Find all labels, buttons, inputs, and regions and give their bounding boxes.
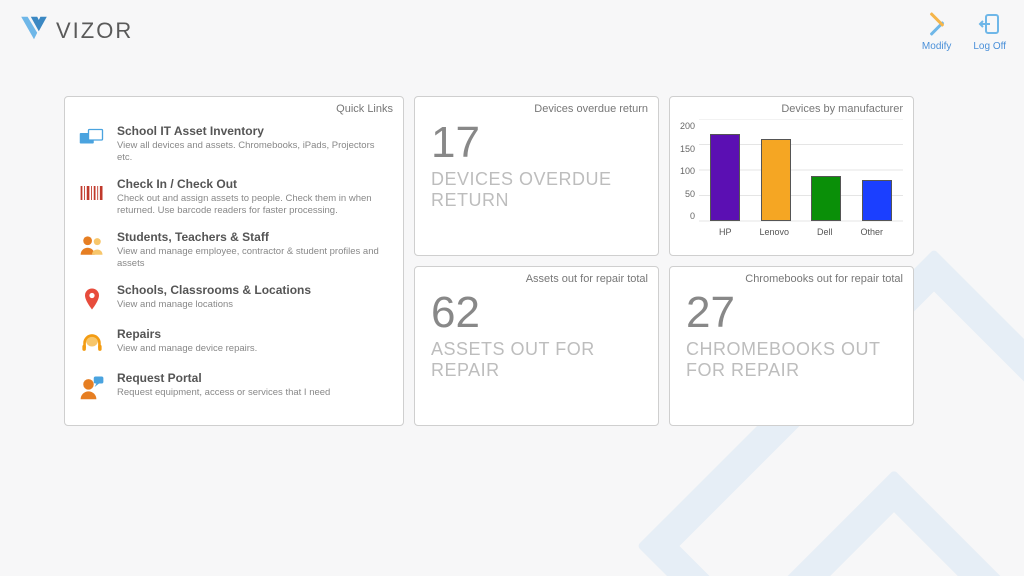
quick-link-desc: View all devices and assets. Chromebooks… — [117, 140, 387, 164]
devices-by-manufacturer-card[interactable]: Devices by manufacturer 200 150 100 50 0 HP L… — [669, 96, 914, 256]
quick-link-title: Schools, Classrooms & Locations — [117, 284, 311, 297]
card-title: Devices by manufacturer — [680, 103, 903, 115]
topbar-actions: Modify Log Off — [922, 12, 1006, 52]
quick-link-title: Students, Teachers & Staff — [117, 231, 387, 244]
card-title: Chromebooks out for repair total — [680, 273, 903, 285]
quick-link-title: School IT Asset Inventory — [117, 125, 387, 138]
devices-overdue-card[interactable]: Devices overdue return 17 DEVICES OVERDU… — [414, 96, 659, 256]
dashboard-grid: Quick Links School IT Asset Inventory Vi… — [0, 96, 1024, 426]
chart-y-axis: 200 150 100 50 0 — [680, 119, 699, 237]
y-tick: 150 — [680, 144, 695, 154]
card-title: Devices overdue return — [425, 103, 648, 115]
quick-link-title: Repairs — [117, 328, 257, 341]
quick-link-title: Request Portal — [117, 372, 330, 385]
y-tick: 50 — [685, 189, 695, 199]
quick-links-card: Quick Links School IT Asset Inventory Vi… — [64, 96, 404, 426]
quick-link-item[interactable]: Students, Teachers & Staff View and mana… — [75, 225, 389, 278]
person-speech-icon — [77, 372, 107, 402]
two-people-icon — [77, 231, 107, 261]
dollar-refresh-icon: $ — [77, 416, 107, 417]
quick-link-desc: View and manage employee, contractor & s… — [117, 246, 387, 270]
chart-bar — [811, 176, 841, 221]
y-tick: 0 — [690, 211, 695, 221]
quick-link-item[interactable]: $ Charges & Fees Fines and charges made … — [75, 410, 389, 417]
chart-bar — [710, 134, 740, 221]
x-tick: Other — [860, 227, 883, 237]
stat-label: CHROMEBOOKS OUT FOR REPAIR — [686, 339, 903, 380]
chromebooks-out-card[interactable]: Chromebooks out for repair total 27 CHRO… — [669, 266, 914, 426]
pin-icon — [77, 284, 107, 314]
card-title: Assets out for repair total — [425, 273, 648, 285]
chart-bars — [699, 119, 903, 237]
quick-link-item[interactable]: Repairs View and manage device repairs. — [75, 322, 389, 366]
stat-value: 62 — [431, 291, 648, 335]
x-tick: Dell — [817, 227, 833, 237]
y-tick: 200 — [680, 121, 695, 131]
topbar: VIZOR Modify Log Off — [0, 0, 1024, 60]
stat-label: DEVICES OVERDUE RETURN — [431, 169, 648, 210]
barcode-icon — [77, 178, 107, 208]
quick-links-title: Quick Links — [75, 103, 393, 115]
headset-icon — [77, 328, 107, 358]
quick-link-item[interactable]: Check In / Check Out Check out and assig… — [75, 172, 389, 225]
brand-logo: VIZOR — [18, 12, 133, 49]
quick-link-text: Repairs View and manage device repairs. — [117, 328, 257, 358]
assets-out-card[interactable]: Assets out for repair total 62 ASSETS OU… — [414, 266, 659, 426]
quick-link-text: Charges & Fees Fines and charges made to… — [117, 416, 344, 417]
quick-link-title: Charges & Fees — [117, 416, 344, 417]
quick-link-text: Schools, Classrooms & Locations View and… — [117, 284, 311, 314]
chart-plot: HP Lenovo Dell Other — [699, 119, 903, 237]
logoff-label: Log Off — [973, 41, 1006, 52]
stat-value: 27 — [686, 291, 903, 335]
quick-link-title: Check In / Check Out — [117, 178, 387, 191]
quick-link-text: Check In / Check Out Check out and assig… — [117, 178, 387, 217]
quick-link-text: Students, Teachers & Staff View and mana… — [117, 231, 387, 270]
modify-button[interactable]: Modify — [922, 12, 951, 52]
quick-link-item[interactable]: Request Portal Request equipment, access… — [75, 366, 389, 410]
quick-link-desc: View and manage device repairs. — [117, 343, 257, 355]
pencil-ruler-icon — [925, 12, 949, 41]
logoff-icon — [978, 12, 1002, 41]
quick-link-desc: View and manage locations — [117, 299, 311, 311]
quick-link-item[interactable]: School IT Asset Inventory View all devic… — [75, 119, 389, 172]
monitors-icon — [77, 125, 107, 155]
chart-x-labels: HP Lenovo Dell Other — [699, 227, 903, 237]
quick-link-desc: Request equipment, access or services th… — [117, 387, 330, 399]
stat-label: ASSETS OUT FOR REPAIR — [431, 339, 648, 380]
x-tick: HP — [719, 227, 732, 237]
chart-bar — [761, 139, 791, 221]
modify-label: Modify — [922, 41, 951, 52]
stat-value: 17 — [431, 121, 648, 165]
logoff-button[interactable]: Log Off — [973, 12, 1006, 52]
chart-bar — [862, 180, 892, 221]
x-tick: Lenovo — [760, 227, 790, 237]
quick-link-text: Request Portal Request equipment, access… — [117, 372, 330, 402]
vizor-logo-icon — [18, 12, 50, 49]
quick-links-list[interactable]: School IT Asset Inventory View all devic… — [75, 119, 393, 417]
brand-name: VIZOR — [56, 18, 133, 44]
chart-body: 200 150 100 50 0 HP Lenovo Dell Other — [680, 119, 903, 237]
quick-link-item[interactable]: Schools, Classrooms & Locations View and… — [75, 278, 389, 322]
quick-link-desc: Check out and assign assets to people. C… — [117, 193, 387, 217]
quick-link-text: School IT Asset Inventory View all devic… — [117, 125, 387, 164]
y-tick: 100 — [680, 166, 695, 176]
